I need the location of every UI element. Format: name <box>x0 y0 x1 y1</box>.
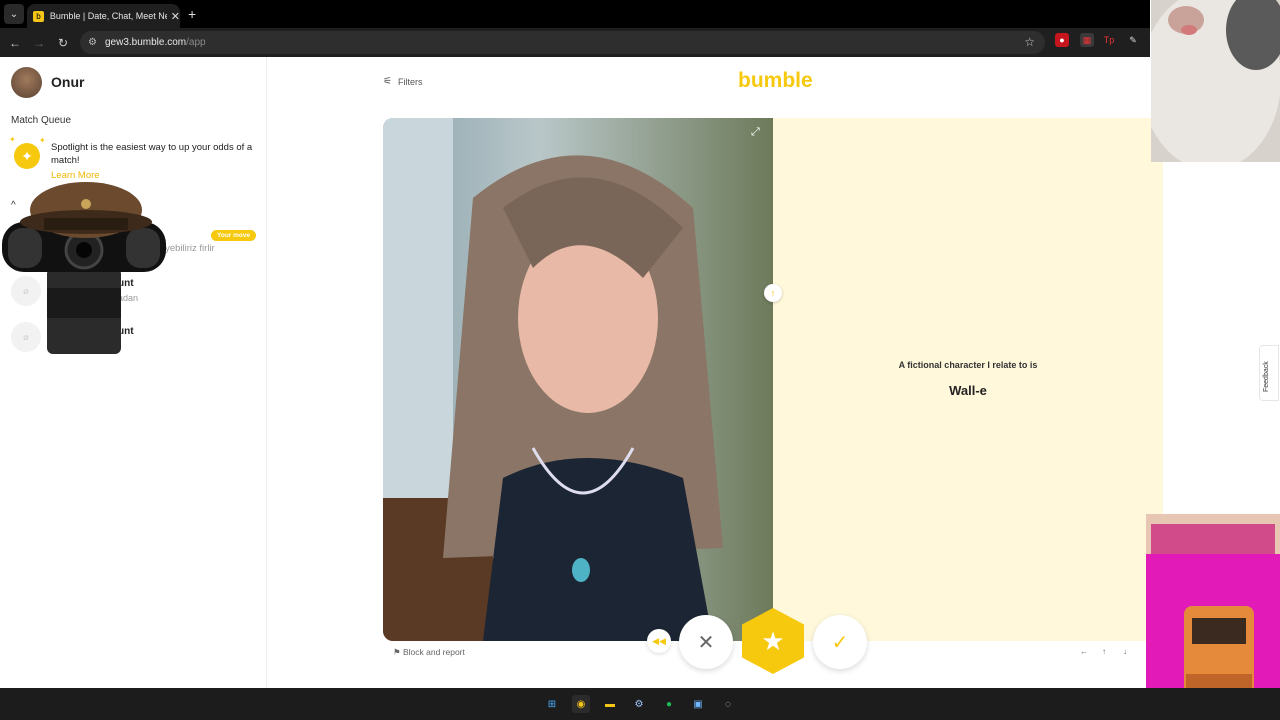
pass-button[interactable]: ✕ <box>679 615 733 669</box>
browser-toolbar: ← → ↻ ⚙ gew3.bumble.com/app ☆ <box>0 28 1150 57</box>
reload-icon[interactable]: ↻ <box>51 36 75 50</box>
spotify-icon[interactable]: ● <box>660 695 678 713</box>
windows-start-icon[interactable]: ⊞ <box>543 695 561 713</box>
spotlight-icon[interactable]: ✦ <box>14 143 40 169</box>
back-arrow-icon[interactable]: ← <box>3 36 27 50</box>
block-report-link[interactable]: ⚑ Block and report <box>393 647 465 658</box>
forward-arrow-icon[interactable]: → <box>27 36 51 50</box>
sliders-icon: ⚟ <box>383 76 392 87</box>
user-name[interactable]: Onur <box>51 74 84 90</box>
site-info-icon[interactable]: ⚙ <box>88 37 97 48</box>
spotlight-text: Spotlight is the easiest way to up your … <box>51 142 253 166</box>
new-tab-button[interactable]: + <box>188 6 196 22</box>
browser-tab-strip: ⌄ b Bumble | Date, Chat, Meet New People… <box>0 0 1150 28</box>
bumble-logo: bumble <box>738 69 813 92</box>
main-area: ⚟ Filters bumble ⤢ A fictional character… <box>268 57 1163 688</box>
steam-icon[interactable]: ⚙ <box>630 695 648 713</box>
conversation-preview[interactable]: iyebiliriz firlir <box>163 243 215 254</box>
url-host: gew3.bumble.com <box>104 37 187 48</box>
rewind-button[interactable]: ◀◀ <box>647 629 671 653</box>
prompt-answer: Wall-e <box>949 383 987 398</box>
app-icon[interactable]: ◌ <box>719 695 737 713</box>
keyboard-hint-up: ↑ <box>1102 647 1106 656</box>
avatar[interactable] <box>11 67 42 98</box>
url-path: /app <box>186 37 206 48</box>
address-bar[interactable]: ⚙ gew3.bumble.com/app ☆ <box>80 31 1045 54</box>
extension-icon[interactable]: ● <box>1055 33 1069 47</box>
chrome-icon[interactable]: ◉ <box>572 695 590 713</box>
cat-video-overlay <box>1151 0 1280 162</box>
match-queue-title: Match Queue <box>11 115 72 126</box>
tab-title: Bumble | Date, Chat, Meet New People & N… <box>49 11 167 21</box>
sidebar: Onur Match Queue ✦ ✦ ✦ Spotlight is the … <box>0 57 267 688</box>
sparkle-icon: ✦ <box>39 136 46 145</box>
calendar-extension-icon[interactable]: ▦ <box>1080 33 1094 47</box>
eyedropper-icon[interactable]: ✎ <box>1126 33 1140 47</box>
feedback-label: Feedback <box>1263 361 1270 392</box>
scroll-up-icon[interactable]: ↑ <box>764 284 782 302</box>
prompt-panel: A fictional character I relate to is Wal… <box>773 118 1163 641</box>
prompt-question: A fictional character I relate to is <box>898 360 1038 370</box>
keyboard-hint-down: ↓ <box>1123 647 1127 656</box>
bookmark-star-icon[interactable]: ☆ <box>1024 35 1035 49</box>
your-move-badge: Your move <box>211 230 257 241</box>
like-button[interactable]: ✓ <box>813 615 867 669</box>
extension-icon[interactable]: Tp <box>1102 33 1116 47</box>
bumble-favicon-icon: b <box>33 10 44 22</box>
sparkle-icon: ✦ <box>9 135 16 144</box>
close-tab-icon[interactable]: ✕ <box>171 10 180 23</box>
keyboard-hint-left: ← <box>1080 647 1088 656</box>
webcam-overlay <box>2 182 166 354</box>
browser-tab[interactable]: b Bumble | Date, Chat, Meet New People &… <box>27 4 180 28</box>
file-explorer-icon[interactable]: ▬ <box>601 695 619 713</box>
filters-button[interactable]: ⚟ Filters <box>383 76 422 87</box>
block-report-label: Block and report <box>402 647 465 657</box>
filters-label: Filters <box>397 76 423 87</box>
tab-search-icon[interactable]: ⌄ <box>4 4 24 24</box>
profile-photo[interactable] <box>383 118 773 641</box>
feedback-tab[interactable]: Feedback <box>1259 345 1279 401</box>
photos-icon[interactable]: ▣ <box>689 695 707 713</box>
